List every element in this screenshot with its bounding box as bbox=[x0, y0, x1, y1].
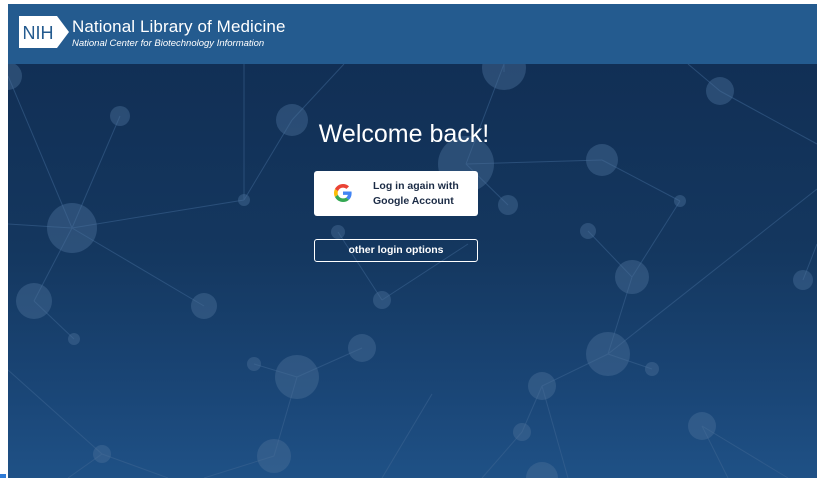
nih-logo[interactable]: NIH bbox=[19, 16, 69, 48]
org-subtitle: National Center for Biotechnology Inform… bbox=[72, 38, 265, 49]
corner-mark bbox=[0, 474, 6, 478]
google-login-line2: Google Account bbox=[373, 195, 454, 207]
login-stage: Welcome back! Log in again with Google A… bbox=[8, 64, 817, 478]
google-login-line1: Log in again with bbox=[373, 180, 459, 192]
google-login-button[interactable]: Log in again with Google Account bbox=[314, 171, 478, 216]
welcome-heading: Welcome back! bbox=[318, 120, 490, 148]
nih-logo-text: NIH bbox=[23, 23, 54, 43]
org-name: National Library of Medicine bbox=[72, 17, 286, 36]
google-login-label: Log in again with Google Account bbox=[373, 179, 473, 209]
other-login-options-button[interactable]: other login options bbox=[314, 239, 478, 262]
screen-frame: NIH National Library of Medicine Nationa… bbox=[0, 0, 817, 478]
site-header: NIH National Library of Medicine Nationa… bbox=[8, 4, 817, 64]
login-window: NIH National Library of Medicine Nationa… bbox=[8, 4, 817, 478]
google-g-icon bbox=[334, 184, 352, 202]
